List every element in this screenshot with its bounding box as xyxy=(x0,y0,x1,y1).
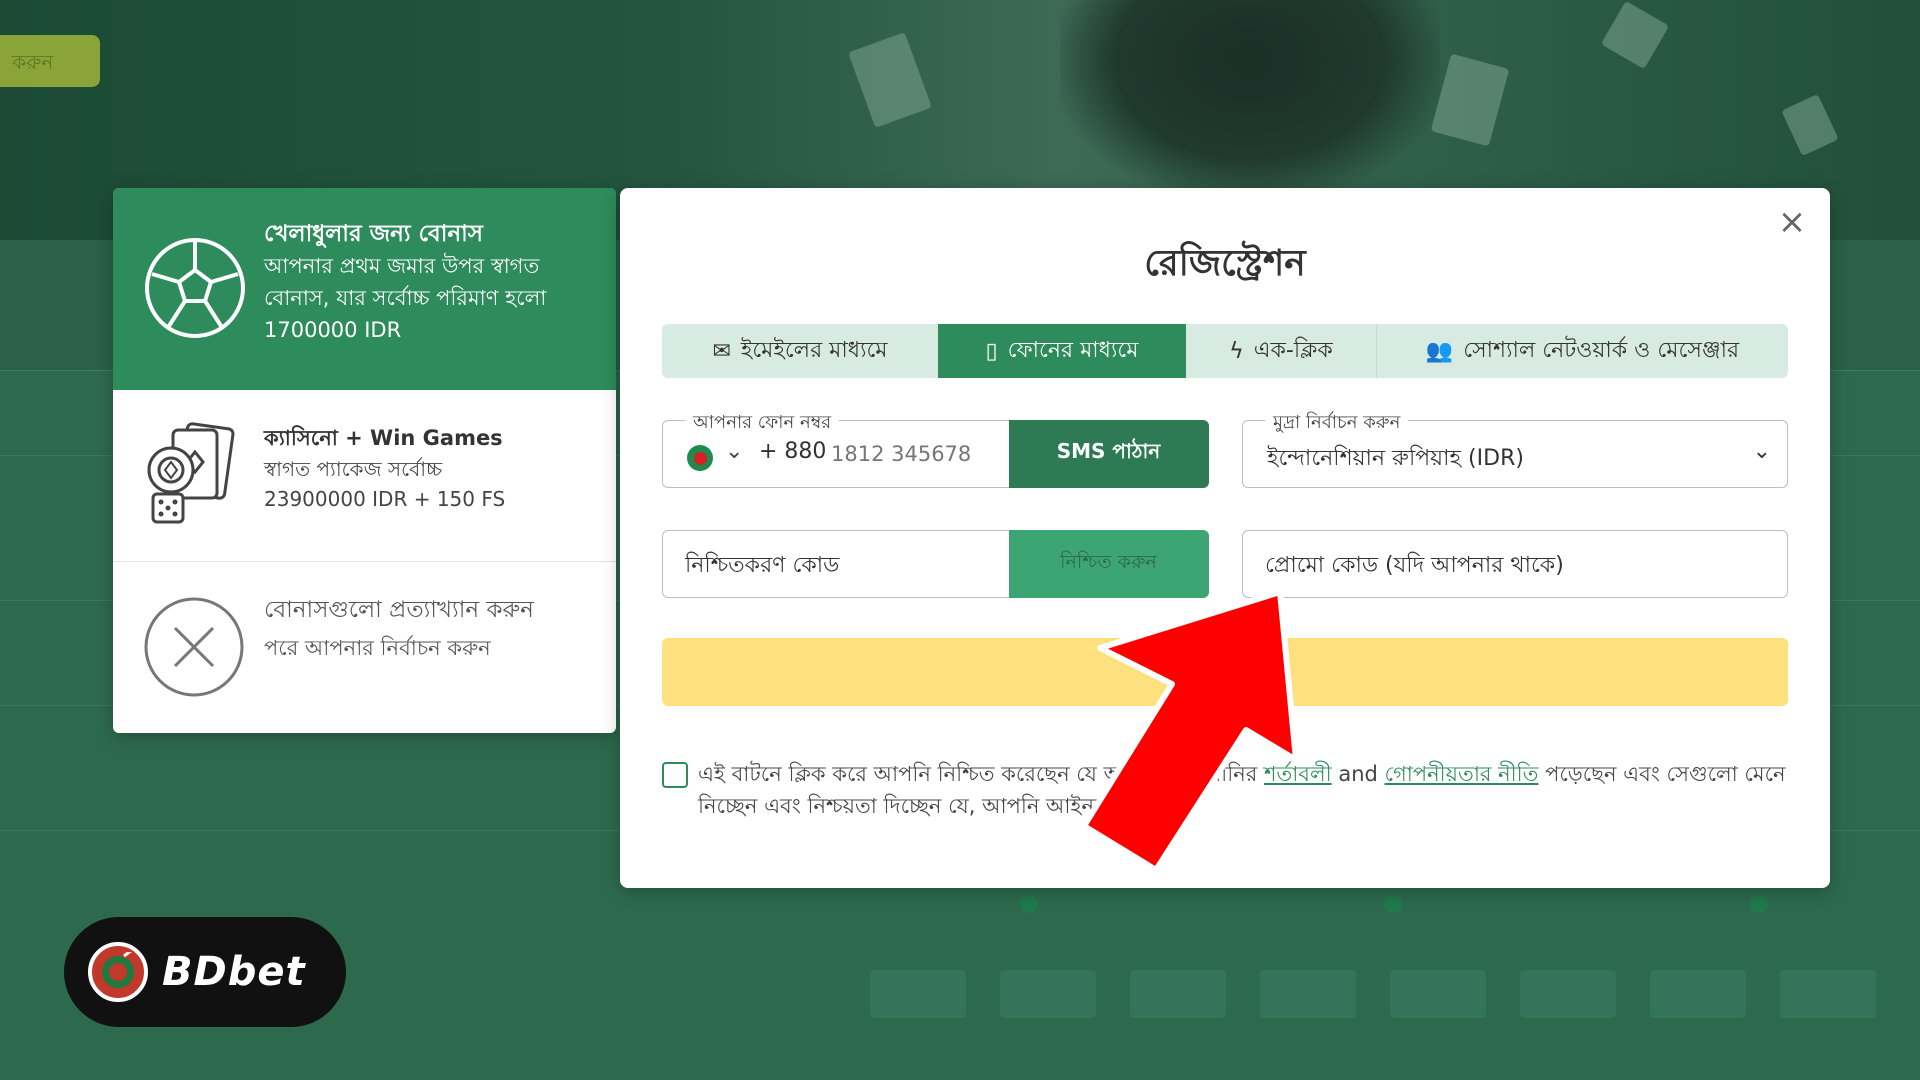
soccer-ball-icon xyxy=(143,236,247,344)
send-sms-button[interactable]: SMS পাঠান xyxy=(1008,419,1209,488)
currency-select[interactable]: মুদ্রা নির্বাচন করুন ইন্দোনেশিয়ান রুপিয… xyxy=(1242,408,1788,488)
tab-one-click[interactable]: ϟ এক-ক্লিক xyxy=(1186,324,1376,378)
phone-field-label: আপনার ফোন নম্বর xyxy=(685,408,840,439)
agreement-and: and xyxy=(1331,762,1385,786)
background-live-dot xyxy=(1020,895,1038,913)
background-odd-cell xyxy=(1650,970,1746,1018)
background-odd-cell xyxy=(1260,970,1356,1018)
tab-email[interactable]: ✉ ইমেইলের মাধ্যমে xyxy=(662,324,938,378)
chevron-down-icon[interactable]: ⌄ xyxy=(725,439,743,464)
confirm-code-button[interactable]: নিশ্চিত করুন xyxy=(1008,529,1209,598)
tab-label: ফোনের মাধ্যমে xyxy=(1007,337,1139,363)
background-live-dot xyxy=(1384,895,1402,913)
background-odd-cell xyxy=(1390,970,1486,1018)
bonus-option-casino[interactable]: ক্যাসিনো + Win Games স্বাগত প্যাকেজ সর্ব… xyxy=(113,390,616,562)
phone-input[interactable] xyxy=(831,435,1001,473)
bonus-title: ক্যাসিনো + Win Games xyxy=(264,426,503,450)
confirmation-code-field: নিশ্চিত করুন xyxy=(662,529,1209,598)
bonus-description-line-2: 23900000 IDR + 150 FS xyxy=(264,487,506,511)
cricket-player-logo-icon xyxy=(88,942,148,1002)
bdbet-logo: BDbet xyxy=(64,917,346,1027)
phone-field: আপনার ফোন নম্বর ⌄ + 880 SMS পাঠান xyxy=(662,408,1209,488)
agreement-text: এই বাটনে ক্লিক করে আপনি নিশ্চিত করেছেন য… xyxy=(698,758,1788,822)
currency-field-label: মুদ্রা নির্বাচন করুন xyxy=(1265,408,1409,439)
background-odd-cell xyxy=(1000,970,1096,1018)
background-cta-button: করুন xyxy=(0,35,100,87)
background-odd-cell xyxy=(1130,970,1226,1018)
bonus-title: বোনাসগুলো প্রত্যাখ্যান করুন xyxy=(264,597,534,623)
modal-title: রেজিস্ট্রেশন xyxy=(1144,243,1306,284)
tab-label: এক-ক্লিক xyxy=(1253,337,1333,363)
bonus-description: পরে আপনার নির্বাচন করুন xyxy=(264,636,491,660)
phone-icon: ▯ xyxy=(985,338,998,364)
background-odd-cell xyxy=(1520,970,1616,1018)
lightning-icon: ϟ xyxy=(1229,338,1244,364)
confirmation-code-input[interactable] xyxy=(685,547,985,583)
bonus-description: আপনার প্রথম জমার উপর স্বাগত বোনাস, যার স… xyxy=(264,254,547,342)
tab-label: সোশ্যাল নেটওয়ার্ক ও মেসেঞ্জার xyxy=(1463,337,1740,363)
bonus-description-line-1: স্বাগত প্যাকেজ সর্বোচ্চ xyxy=(264,457,443,481)
tab-label: ইমেইলের মাধ্যমে xyxy=(740,337,888,363)
background-playing-card xyxy=(848,32,932,128)
users-icon: 👥 xyxy=(1425,338,1454,364)
chevron-down-icon: ⌄ xyxy=(1752,439,1771,464)
envelope-icon: ✉ xyxy=(712,338,731,364)
casino-chips-cards-icon xyxy=(143,422,237,530)
terms-link[interactable]: শর্তাবলী xyxy=(1264,762,1332,786)
registration-modal: × রেজিস্ট্রেশন ✉ ইমেইলের মাধ্যমে ▯ ফোনের… xyxy=(620,188,1830,888)
register-button-label: ন xyxy=(1232,658,1246,684)
bangladesh-flag-icon[interactable] xyxy=(687,445,713,471)
register-button[interactable]: ন xyxy=(662,638,1788,706)
tab-phone[interactable]: ▯ ফোনের মাধ্যমে xyxy=(938,324,1186,378)
background-live-dot xyxy=(1750,895,1768,913)
background-playing-card xyxy=(1600,0,1670,70)
background-playing-card xyxy=(1430,53,1510,147)
promo-code-field xyxy=(1242,530,1788,598)
bonus-option-sports[interactable]: খেলাধুলার জন্য বোনাস আপনার প্রথম জমার উপ… xyxy=(113,188,616,390)
background-dealer-image xyxy=(1060,0,1440,200)
bonus-option-reject[interactable]: বোনাসগুলো প্রত্যাখ্যান করুন পরে আপনার নি… xyxy=(113,562,616,733)
bonus-selection-panel: খেলাধুলার জন্য বোনাস আপনার প্রথম জমার উপ… xyxy=(113,188,616,733)
logo-text: BDbet xyxy=(162,949,306,995)
registration-method-tabs: ✉ ইমেইলের মাধ্যমে ▯ ফোনের মাধ্যমে ϟ এক-ক… xyxy=(662,324,1788,378)
currency-selected-value: ইন্দোনেশিয়ান রুপিয়াহ (IDR) xyxy=(1267,446,1524,471)
agreement-text-part-1: এই বাটনে ক্লিক করে আপনি নিশ্চিত করেছেন য… xyxy=(698,762,1265,786)
background-odd-cell xyxy=(870,970,966,1018)
background-odd-cell xyxy=(1780,970,1876,1018)
tab-social[interactable]: 👥 সোশ্যাল নেটওয়ার্ক ও মেসেঞ্জার xyxy=(1376,324,1788,378)
bonus-title: খেলাধুলার জন্য বোনাস xyxy=(264,221,483,247)
dial-code: + 880 xyxy=(759,439,827,464)
privacy-policy-link[interactable]: গোপনীয়তার নীতি xyxy=(1385,762,1539,786)
close-circle-icon xyxy=(143,596,245,702)
background-playing-card xyxy=(1781,93,1839,157)
promo-code-input[interactable] xyxy=(1265,547,1765,583)
agreement-checkbox[interactable] xyxy=(662,762,688,788)
